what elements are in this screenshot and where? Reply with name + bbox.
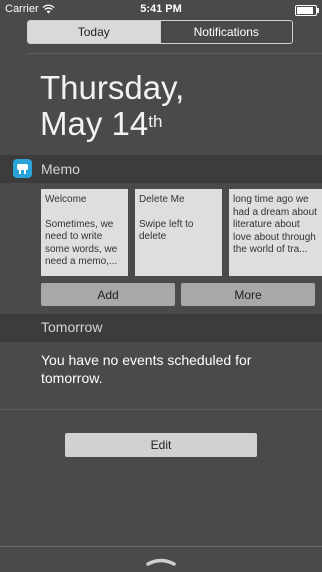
memo-note-card[interactable]: long time ago we had a dream about liter… [229,189,322,276]
no-events-message: You have no events scheduled for tomorro… [41,352,252,386]
view-segmented-control[interactable]: Today Notifications [27,20,293,44]
status-bar: Carrier 5:41 PM [0,0,322,20]
memo-notes-list: Welcome Sometimes, we need to write some… [41,189,322,276]
edit-button[interactable]: Edit [65,433,257,457]
date-heading: Thursday, May 14th [40,70,184,142]
tab-notifications[interactable]: Notifications [159,21,293,43]
battery-icon [295,5,319,16]
tab-today[interactable]: Today [28,21,160,43]
divider [0,409,322,410]
battery-fill [297,7,313,14]
note-title: Welcome [45,194,87,205]
note-body: Sometimes, we need to write some words, … [45,218,118,268]
tomorrow-widget-title: Tomorrow [41,319,103,335]
memo-widget-title: Memo [41,161,80,177]
memo-note-card[interactable]: Delete Me Swipe left to delete [135,189,222,276]
memo-note-card[interactable]: Welcome Sometimes, we need to write some… [41,189,128,276]
date-suffix: th [148,112,163,131]
date-weekday: Thursday, [40,69,185,106]
more-button[interactable]: More [181,283,315,306]
date-day: May 14th [40,106,184,142]
status-time: 5:41 PM [140,3,182,15]
note-title: Delete Me [139,194,185,205]
note-body: long time ago we had a dream about liter… [233,194,317,255]
add-memo-button[interactable]: Add [41,283,175,306]
chevron-handle-icon[interactable] [145,553,177,571]
divider [27,53,322,54]
note-body: Swipe left to delete [139,218,194,243]
memo-app-icon [13,159,32,178]
divider [0,546,322,547]
date-month-day: May 14 [40,105,149,142]
